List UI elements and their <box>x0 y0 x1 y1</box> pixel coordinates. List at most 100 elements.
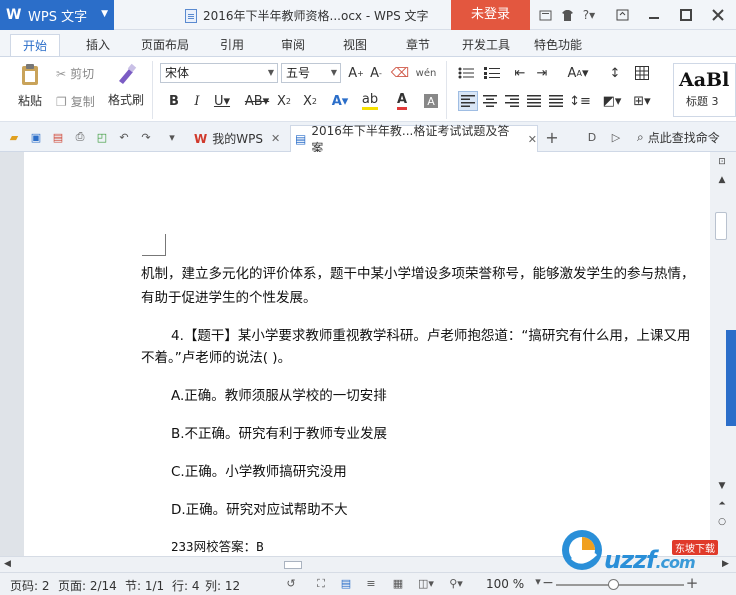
grow-font-icon[interactable]: A + <box>346 63 366 83</box>
cut-button[interactable]: ✂ 剪切 <box>56 65 94 82</box>
new-tab-button[interactable]: + <box>544 128 560 147</box>
style-gallery[interactable]: AaBl 标题 3 <box>673 63 736 117</box>
share-icon[interactable]: ▷ <box>608 129 624 145</box>
tab-view[interactable]: 视图 <box>335 34 375 56</box>
increase-indent-icon[interactable]: ⇥ <box>532 63 552 83</box>
justify-icon[interactable] <box>524 91 544 111</box>
zoom-level[interactable]: 100 % <box>486 577 524 591</box>
tab-special[interactable]: 特色功能 <box>531 34 585 56</box>
status-column: 列: 12 <box>205 579 241 593</box>
distributed-icon[interactable] <box>546 91 566 111</box>
line-spacing-icon[interactable]: ↕≡ <box>569 91 591 111</box>
page-view-icon[interactable]: ▤ <box>338 577 354 591</box>
tab-chapter[interactable]: 章节 <box>398 34 438 56</box>
reading-view-icon[interactable]: ◫▾ <box>418 577 434 591</box>
title-bar: W WPS 文字 ▼ 2016年下半年教师资格...ocx - WPS 文字 未… <box>0 0 736 30</box>
tab-insert[interactable]: 插入 <box>78 34 118 56</box>
text-effect-icon[interactable]: A▾ <box>330 91 350 111</box>
restore-icon[interactable] <box>606 0 638 30</box>
backup-icon[interactable]: D <box>584 129 600 145</box>
scroll-thumb[interactable] <box>715 212 727 240</box>
app-menu-button[interactable]: W WPS 文字 ▼ <box>0 0 114 30</box>
track-changes-icon[interactable]: ↺ <box>283 577 299 591</box>
skin-icon[interactable] <box>534 0 556 30</box>
shrink-font-icon[interactable]: A- <box>366 63 386 83</box>
paste-button[interactable]: 粘贴 <box>10 63 50 109</box>
maximize-icon[interactable] <box>670 0 702 30</box>
paste-label: 粘贴 <box>17 94 42 108</box>
web-view-icon[interactable]: ▦ <box>390 577 406 591</box>
superscript-icon[interactable]: X2 <box>274 91 294 111</box>
font-color-icon[interactable]: A <box>392 91 412 111</box>
align-center-icon[interactable] <box>480 91 500 111</box>
fullscreen-icon[interactable]: ⛶ <box>313 577 329 591</box>
border-icon[interactable]: ⊞▾ <box>632 91 652 111</box>
print-preview-icon[interactable]: ◰ <box>94 129 110 145</box>
scroll-left-icon[interactable]: ◀ <box>4 559 11 569</box>
previous-page-icon[interactable]: ⏶ <box>715 498 729 510</box>
font-size-select[interactable]: 五号 ▼ <box>281 63 341 83</box>
bullet-list-icon[interactable] <box>456 63 476 83</box>
outline-view-icon[interactable]: ≡ <box>363 577 379 591</box>
eye-protection-icon[interactable]: ⚲▾ <box>448 577 464 591</box>
side-panel-toggle[interactable] <box>726 330 736 426</box>
zoom-out-icon[interactable]: − <box>540 575 556 591</box>
underline-icon[interactable]: U▾ <box>212 91 232 111</box>
pinyin-icon[interactable]: wén <box>416 63 437 83</box>
close-icon[interactable] <box>702 0 734 30</box>
ruler-toggle-icon[interactable]: ⊡ <box>715 156 729 168</box>
align-right-icon[interactable] <box>502 91 522 111</box>
tab-references[interactable]: 引用 <box>212 34 252 56</box>
zoom-slider[interactable] <box>556 579 684 590</box>
tab-my-wps[interactable]: W 我的WPS ✕ <box>190 125 280 152</box>
tab-document[interactable]: ▤ 2016年下半年教...格证考试试题及答案 ✕ <box>290 124 538 155</box>
tab-page-layout[interactable]: 页面布局 <box>136 34 194 56</box>
clear-format-icon[interactable]: ⌫ <box>390 63 410 83</box>
align-left-icon[interactable] <box>458 91 478 111</box>
sort-icon[interactable]: ↕ <box>605 63 625 83</box>
save-icon[interactable]: ▣ <box>28 129 44 145</box>
customize-qa-icon[interactable]: ▾ <box>164 129 180 145</box>
vertical-scrollbar[interactable]: ⊡ ▲ ▼ ⏶ ○ <box>710 152 736 556</box>
strikethrough-icon[interactable]: AB▾ <box>244 91 270 111</box>
command-search[interactable]: ⌕ 点此查找命令 <box>637 129 720 146</box>
login-button[interactable]: 未登录 <box>451 0 530 30</box>
paragraph: D.正确。研究对应试帮助不大 <box>171 502 348 518</box>
zoom-in-icon[interactable]: + <box>684 574 700 592</box>
italic-icon[interactable]: I <box>187 91 207 111</box>
scroll-up-icon[interactable]: ▲ <box>715 174 729 186</box>
export-pdf-icon[interactable]: ▤ <box>50 129 66 145</box>
redo-icon[interactable]: ↷ <box>138 129 154 145</box>
close-tab-icon[interactable]: ✕ <box>271 132 280 145</box>
wps-logo-icon: W <box>194 131 208 146</box>
scroll-down-icon[interactable]: ▼ <box>715 480 729 492</box>
tab-review[interactable]: 审阅 <box>273 34 313 56</box>
highlight-icon[interactable]: ab <box>360 91 380 111</box>
numbered-list-icon[interactable] <box>482 63 502 83</box>
quick-access-bar: ▰ ▣ ▤ ⎙ ◰ ↶ ↷ ▾ W 我的WPS ✕ ▤ 2016年下半年教...… <box>0 122 736 155</box>
print-icon[interactable]: ⎙ <box>72 129 88 145</box>
table-grid-icon[interactable] <box>632 63 652 83</box>
decrease-indent-icon[interactable]: ⇤ <box>510 63 530 83</box>
style-name: 标题 3 <box>686 95 719 108</box>
zoom-slider-knob[interactable] <box>608 579 619 590</box>
undo-icon[interactable]: ↶ <box>116 129 132 145</box>
horizontal-scroll-thumb[interactable] <box>284 561 302 569</box>
subscript-icon[interactable]: X2 <box>300 91 320 111</box>
char-shading-icon[interactable]: A <box>424 94 438 108</box>
shirt-icon[interactable] <box>556 0 578 30</box>
copy-button[interactable]: ❐ 复制 <box>56 93 95 110</box>
format-painter-button[interactable]: 格式刷 <box>104 63 148 108</box>
tab-developer[interactable]: 开发工具 <box>457 34 515 56</box>
asian-layout-icon[interactable]: A A ▾ <box>568 63 589 83</box>
divider <box>446 61 447 119</box>
shading-icon[interactable]: ◩▾ <box>602 91 622 111</box>
bold-icon[interactable]: B <box>164 91 184 111</box>
minimize-icon[interactable] <box>638 0 670 30</box>
font-name-select[interactable]: 宋体 ▼ <box>160 63 278 83</box>
close-tab-icon[interactable]: ✕ <box>528 133 537 146</box>
open-folder-icon[interactable]: ▰ <box>6 129 22 145</box>
document-page[interactable]: 机制，建立多元化的评价体系，题干中某小学增设多项荣誉称号，能够激发学生的参与热情… <box>24 152 710 556</box>
help-icon[interactable]: ?▾ <box>578 0 600 30</box>
tab-home[interactable]: 开始 <box>10 34 60 56</box>
